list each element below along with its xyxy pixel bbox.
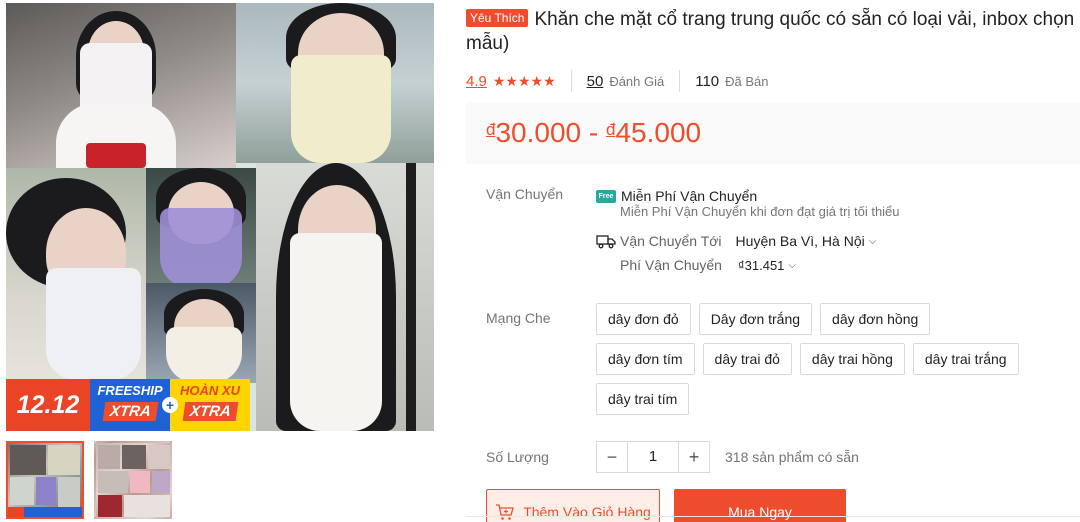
quantity-input[interactable]: 1 [628, 441, 678, 473]
product-title: Yêu Thích Khăn che mặt cổ trang trung quố… [466, 8, 1080, 56]
price-min: 30.000 [495, 117, 582, 148]
variant-option[interactable]: dây đơn hồng [820, 303, 931, 335]
thumbnail-strip [6, 441, 434, 519]
variant-options: dây đơn đỏ Dây đơn trắng dây đơn hồng dâ… [596, 303, 1036, 415]
product-info: Yêu Thích Khăn che mặt cổ trang trung quố… [466, 8, 1080, 522]
sold-stat: 110 Đã Bán [695, 70, 783, 92]
collage-photo-1 [6, 3, 236, 168]
promo-freeship-top: FREESHIP [97, 383, 163, 398]
truck-icon [596, 235, 616, 249]
ship-to-location[interactable]: Huyện Ba Vì, Hà Nội [736, 233, 865, 249]
variant-option[interactable]: dây trai trắng [912, 343, 1019, 375]
variant-option[interactable]: dây trai đỏ [702, 343, 792, 375]
collage-photo-5 [146, 283, 261, 383]
sold-label: Đã Bán [725, 73, 769, 89]
shipping-section: Vận Chuyển Free Miễn Phí Vận Chuyển Miễn… [466, 186, 1080, 275]
increase-button[interactable]: + [678, 441, 710, 473]
product-title-text: Khăn che mặt cổ trang trung quốc có sẵn … [466, 9, 1075, 54]
favorite-badge: Yêu Thích [466, 9, 529, 27]
shipping-label: Vận Chuyển [486, 186, 564, 202]
thumbnail-2[interactable] [94, 441, 172, 519]
collage-photo-3 [6, 168, 146, 380]
price-range: đ30.000 - đ45.000 [486, 117, 701, 149]
rating-value: 4.9 [466, 72, 487, 90]
variant-option[interactable]: dây trai hồng [799, 343, 905, 375]
promo-freeship: FREESHIP XTRA [90, 379, 170, 431]
chevron-down-icon[interactable]: ⌵ [788, 260, 796, 271]
promo-xu-top: HOÀN XU [180, 383, 240, 398]
product-stats: 4.9 ★★★★★ 50 Đánh Giá 110 Đã Bán [466, 70, 1080, 92]
promo-xu-bottom: XTRA [182, 402, 238, 421]
price-box: đ30.000 - đ45.000 [466, 102, 1080, 164]
bottom-divider [466, 516, 1080, 517]
variant-option[interactable]: dây trai tím [596, 383, 690, 415]
promo-banner: 12.12 FREESHIP XTRA + HOÀN XU XTRA [6, 379, 434, 431]
purchase-actions: Thêm Vào Giỏ Hàng Mua Ngay [466, 489, 1080, 522]
ship-to-label: Vận Chuyển Tới [620, 233, 722, 249]
collage-photo-4 [146, 168, 256, 288]
rating-stat[interactable]: 4.9 ★★★★★ [466, 70, 572, 92]
reviews-stat[interactable]: 50 Đánh Giá [587, 70, 681, 92]
promo-freeship-bottom: XTRA [102, 402, 158, 421]
price-max: 45.000 [615, 117, 702, 148]
sold-count: 110 [695, 72, 720, 90]
variant-section: Mạng Che dây đơn đỏ Dây đơn trắng dây đơ… [466, 303, 1080, 415]
quantity-label: Số Lượng [486, 449, 549, 465]
product-gallery: 12.12 FREESHIP XTRA + HOÀN XU XTRA [6, 3, 434, 519]
shipping-details: Free Miễn Phí Vận Chuyển Miễn Phí Vận Ch… [596, 186, 900, 275]
promo-1212-label: 12.12 [6, 379, 90, 431]
reviews-label: Đánh Giá [609, 73, 665, 89]
promo-hoan-xu: HOÀN XU XTRA [170, 379, 250, 431]
buy-now-button[interactable]: Mua Ngay [674, 489, 846, 522]
chevron-down-icon[interactable]: ⌵ [869, 236, 877, 247]
promo-plus-icon: + [162, 397, 178, 413]
add-to-cart-label: Thêm Vào Giỏ Hàng [523, 504, 651, 520]
variant-option[interactable]: Dây đơn trắng [698, 303, 813, 335]
main-product-image[interactable]: 12.12 FREESHIP XTRA + HOÀN XU XTRA [6, 3, 434, 431]
free-shipping-desc: Miễn Phí Vận Chuyển khi đơn đạt giá trị … [620, 204, 900, 219]
cart-plus-icon [496, 504, 515, 520]
thumbnail-1[interactable] [6, 441, 84, 519]
ship-fee-value[interactable]: ₫31.451 [738, 258, 784, 273]
ship-fee-label: Phí Vận Chuyển [620, 257, 722, 273]
add-to-cart-button[interactable]: Thêm Vào Giỏ Hàng [486, 489, 660, 522]
variant-option[interactable]: dây đơn tím [596, 343, 695, 375]
variant-label: Mạng Che [486, 310, 551, 326]
collage-photo-2 [236, 3, 434, 163]
reviews-count: 50 [586, 72, 604, 90]
variant-option[interactable]: dây đơn đỏ [596, 303, 691, 335]
quantity-stepper: − 1 + [596, 441, 710, 473]
decrease-button[interactable]: − [596, 441, 628, 473]
price-separator: - [588, 117, 599, 148]
rating-stars-icon: ★★★★★ [492, 72, 556, 89]
stock-available: 318 sản phẩm có sẵn [725, 449, 859, 465]
free-shipping-icon: Free [596, 189, 616, 203]
quantity-section: Số Lượng − 1 + 318 sản phẩm có sẵn [466, 441, 1080, 473]
free-shipping-title: Miễn Phí Vận Chuyển [621, 188, 758, 204]
